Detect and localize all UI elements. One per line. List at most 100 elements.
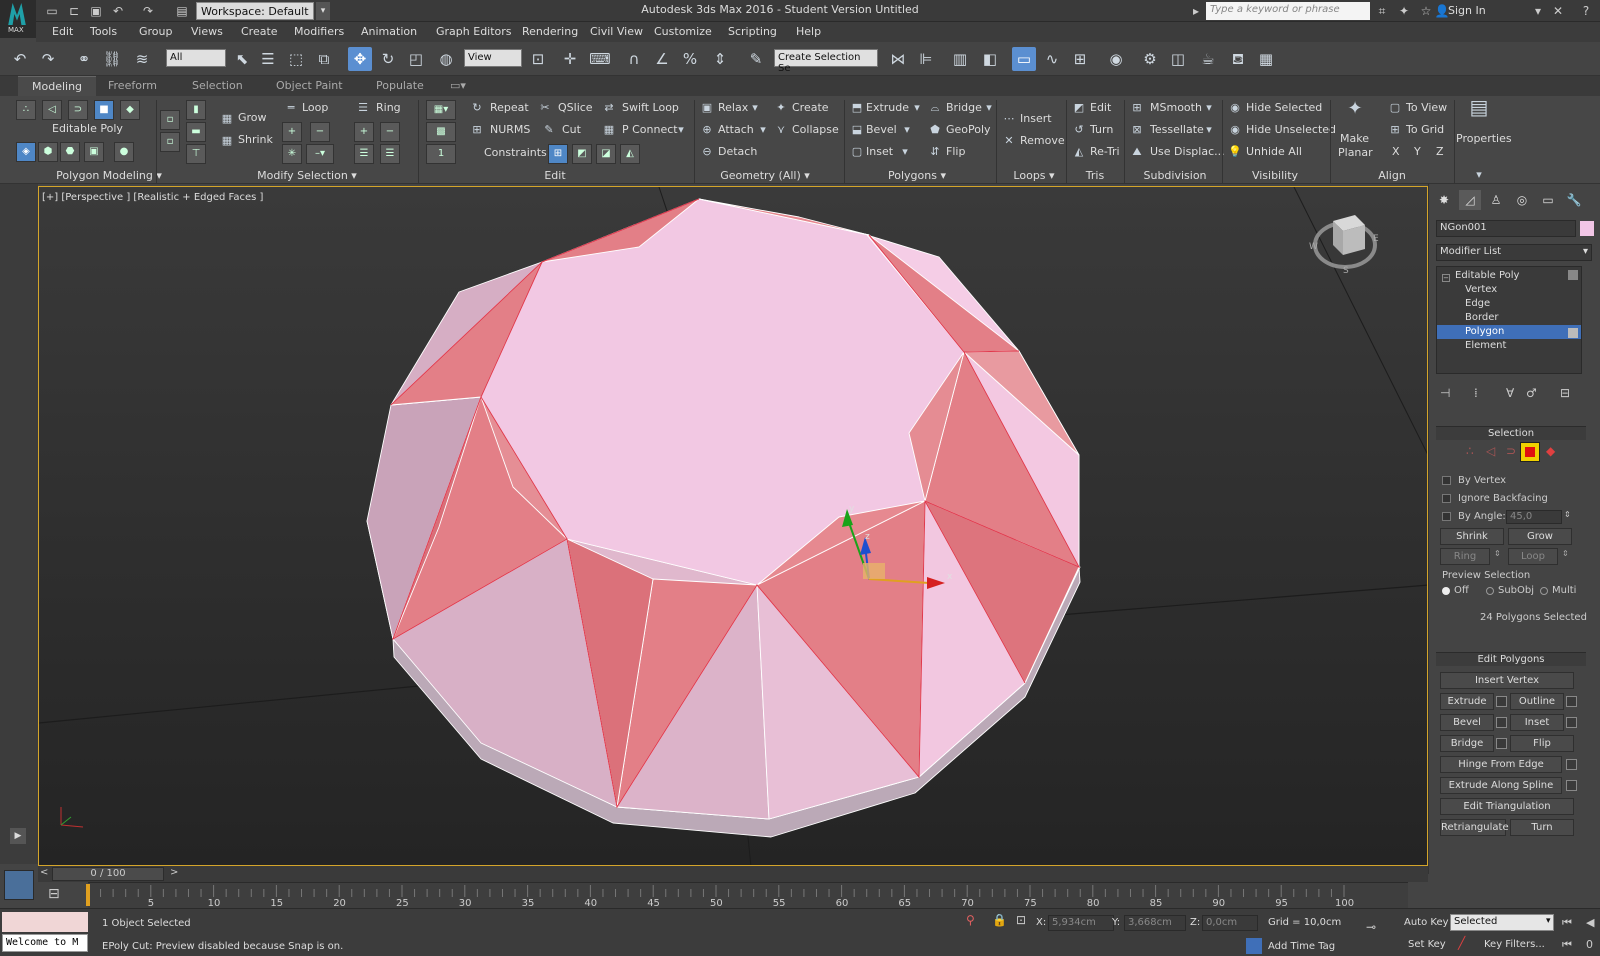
edit-polygons-rollout-header[interactable]: Edit Polygons — [1436, 652, 1586, 666]
menu-create[interactable]: Create — [241, 25, 278, 38]
qslice-button[interactable]: QSlice — [558, 101, 593, 114]
nurms-button[interactable]: NURMS — [490, 123, 530, 136]
collapse-stack-icon[interactable]: ⬣ — [60, 142, 80, 162]
select-and-rotate-icon[interactable]: ↻ — [376, 47, 400, 71]
inset-settings-icon[interactable] — [1566, 717, 1577, 728]
toggle-ribbon-icon[interactable]: ▭ — [1012, 47, 1036, 71]
add-time-tag-button[interactable]: Add Time Tag — [1268, 941, 1335, 952]
material-editor-icon[interactable]: ◉ — [1104, 47, 1128, 71]
pin-stack-icon[interactable]: ⊣ — [1440, 386, 1450, 400]
by-angle-input[interactable]: 45,0 — [1506, 510, 1562, 524]
insert-loop-button[interactable]: Insert — [1020, 112, 1052, 125]
utilities-tab-icon[interactable]: 🔧 — [1563, 190, 1585, 210]
stack-item-vertex[interactable]: Vertex — [1437, 283, 1581, 297]
menu-edit[interactable]: Edit — [52, 25, 73, 38]
turn-button[interactable]: Turn — [1510, 819, 1574, 836]
undo-icon[interactable]: ↶ — [110, 3, 126, 19]
hinge-settings-icon[interactable] — [1566, 759, 1577, 770]
time-prev-button[interactable]: < — [40, 867, 48, 878]
stack-toggle-icon[interactable] — [1568, 270, 1578, 280]
render-iterative-icon[interactable]: ⛾ — [1226, 47, 1250, 71]
show-end-result-icon[interactable]: ⬢ — [38, 142, 58, 162]
loop-mode-dropdown[interactable]: –▾ — [306, 144, 334, 164]
hide-selected-button[interactable]: Hide Selected — [1246, 101, 1322, 114]
tab-populate[interactable]: Populate — [376, 79, 424, 92]
unlink-icon[interactable]: ⛓ — [100, 47, 124, 71]
align-x-button[interactable]: X — [1392, 145, 1400, 158]
save-icon[interactable]: ▣ — [88, 3, 104, 19]
align-y-button[interactable]: Y — [1414, 145, 1421, 158]
by-angle-spinner-icon[interactable]: ⇕ — [1564, 510, 1571, 519]
bridge-button[interactable]: Bridge — [1440, 735, 1494, 752]
by-angle-checkbox[interactable] — [1442, 512, 1451, 521]
create-tab-icon[interactable]: ✸ — [1433, 190, 1455, 210]
extrude-spline-settings-icon[interactable] — [1566, 780, 1577, 791]
grow-button[interactable]: Grow — [238, 111, 267, 124]
selection-rollout-header[interactable]: Selection — [1436, 426, 1586, 440]
hide-unselected-button[interactable]: Hide Unselected — [1246, 123, 1336, 136]
help-icon[interactable]: ? — [1578, 3, 1594, 19]
geopoly-button[interactable]: GeoPoly — [946, 123, 991, 136]
group-title-loops[interactable]: Loops ▾ — [1004, 169, 1064, 182]
select-manipulate-icon[interactable]: ✛ — [558, 47, 582, 71]
flip-button[interactable]: Flip — [1510, 735, 1574, 752]
stack-item-polygon[interactable]: Polygon — [1437, 325, 1581, 339]
mirror-icon[interactable]: ⋈ — [886, 47, 910, 71]
curve-editor-icon[interactable]: ∿ — [1040, 47, 1064, 71]
snaps-toggle-icon[interactable]: ∩ — [622, 47, 646, 71]
window-crossing-icon[interactable]: ⧉ — [312, 47, 336, 71]
menu-customize[interactable]: Customize — [654, 25, 712, 38]
ribbon-options-icon[interactable]: ▭▾ — [450, 79, 466, 92]
tessellate-button[interactable]: Tessellate — [1150, 123, 1204, 136]
attach-button[interactable]: Attach — [718, 123, 754, 136]
angle-snap-icon[interactable]: ∠ — [650, 47, 674, 71]
edge-mode-icon[interactable]: ◁ — [42, 100, 62, 120]
spinner-input[interactable]: 1 — [426, 144, 456, 164]
loop-grow-icon[interactable]: + — [282, 122, 302, 142]
extrude-button[interactable]: Extrude — [1440, 693, 1494, 710]
maxscript-listener-input[interactable]: Welcome to M — [2, 934, 88, 952]
remove-modifier-icon[interactable]: ♂ — [1526, 386, 1537, 400]
named-selection-dropdown[interactable]: Create Selection Se — [774, 49, 878, 74]
scene-explorer-icon[interactable]: ▥ — [948, 47, 972, 71]
bridge-settings-icon[interactable] — [1496, 738, 1507, 749]
schematic-view-icon[interactable]: ⊞ — [1068, 47, 1092, 71]
workspace-dropdown[interactable]: Workspace: Default — [196, 2, 314, 20]
preserve-uvs-icon[interactable]: ▦▾ — [426, 100, 456, 120]
ring-button[interactable]: Ring — [376, 101, 401, 114]
stack-item-edge[interactable]: Edge — [1437, 297, 1581, 311]
previous-frame-icon[interactable]: ◀ — [1586, 916, 1594, 929]
loop-spinner-icon[interactable]: ⇕ — [1562, 549, 1569, 558]
binoculars-icon[interactable]: ⌗ — [1374, 3, 1390, 19]
step-ring-icon[interactable]: ⊤ — [186, 144, 206, 164]
spinner-snap-icon[interactable]: ⇕ — [708, 47, 732, 71]
polygon-level-icon[interactable] — [1520, 442, 1540, 462]
tessellate-arrow-icon[interactable]: ▾ — [1202, 123, 1216, 137]
maxscript-listener-output[interactable] — [2, 912, 88, 932]
menu-scripting[interactable]: Scripting — [728, 25, 777, 38]
remove-loop-button[interactable]: Remove — [1020, 134, 1065, 147]
menu-views[interactable]: Views — [191, 25, 223, 38]
bevel-arrow-icon[interactable]: ▾ — [900, 123, 914, 137]
vertex-level-icon[interactable]: ∴ — [1466, 444, 1474, 458]
inset-arrow-icon[interactable]: ▾ — [898, 145, 912, 159]
bevel-button[interactable]: Bevel — [1440, 714, 1494, 731]
edit-named-selection-icon[interactable]: ✎ — [744, 47, 768, 71]
mini-listener-icon[interactable] — [4, 870, 34, 900]
retriangulate-button[interactable]: Retriangulate — [1440, 819, 1509, 836]
modify-tab-icon[interactable]: ◿ — [1459, 190, 1481, 210]
set-key-button[interactable]: Set Key — [1408, 939, 1446, 950]
shrink-button[interactable]: Shrink — [238, 133, 273, 146]
stack-toggle-icon[interactable] — [1568, 328, 1578, 338]
redo-icon[interactable]: ↷ — [36, 47, 60, 71]
reference-coordinate-dropdown[interactable]: View — [464, 49, 522, 67]
render-setup-icon[interactable]: ⚙ — [1138, 47, 1162, 71]
motion-tab-icon[interactable]: ◎ — [1511, 190, 1533, 210]
add-time-tag-icon[interactable] — [1246, 938, 1262, 954]
vertex-mode-icon[interactable]: ∴ — [16, 100, 36, 120]
modify-mode-icon[interactable]: ◈ — [16, 142, 36, 162]
stack-item-border[interactable]: Border — [1437, 311, 1581, 325]
hierarchy-tab-icon[interactable]: ♙ — [1485, 190, 1507, 210]
preview-subobj-radio[interactable] — [1486, 587, 1494, 595]
menu-rendering[interactable]: Rendering — [522, 25, 578, 38]
